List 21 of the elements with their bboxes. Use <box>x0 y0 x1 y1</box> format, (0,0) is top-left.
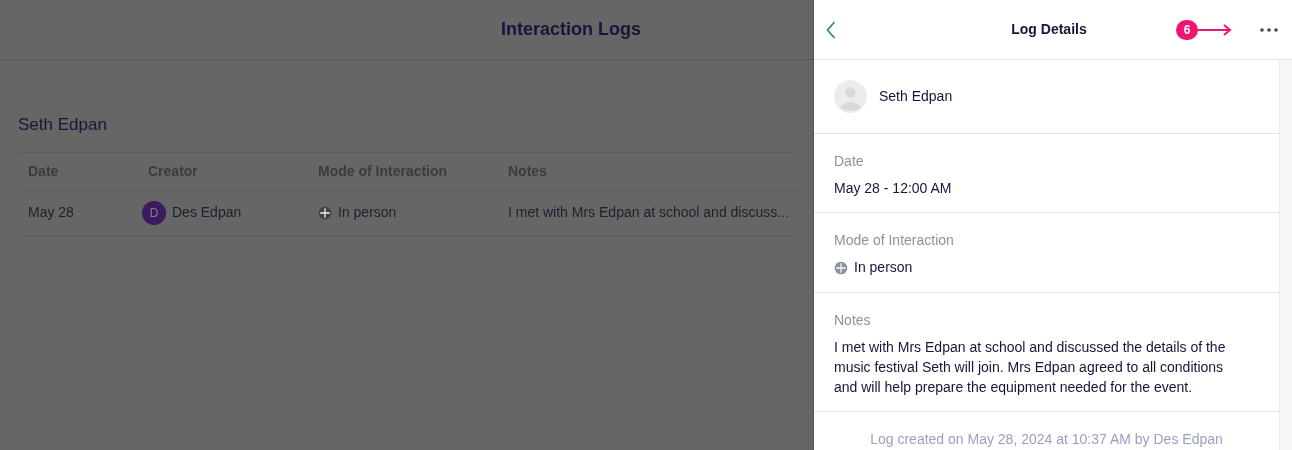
globe-icon <box>834 260 848 275</box>
table-cell-text: In person <box>338 203 397 222</box>
chevron-left-icon <box>826 20 836 39</box>
log-created-text: Log created on May 28, 2024 at 10:37 AM by Des Edpan <box>870 430 1223 449</box>
avatar-icon <box>834 80 867 113</box>
page-title: Interaction Logs <box>501 18 641 41</box>
creator-avatar: D <box>142 200 166 225</box>
field-label: Date <box>834 152 864 171</box>
field-value: May 28 - 12:00 AM <box>834 179 952 198</box>
field-value: In person <box>854 258 913 277</box>
annotation-arrow <box>1198 24 1232 36</box>
person-name: Seth Edpan <box>879 87 953 106</box>
table-cell-text: Des Edpan <box>172 203 242 222</box>
field-value: I met with Mrs Edpan at school and discussed the details of the music festival Seth will join. Mrs Edpan agreed to all conditions and will help prepare the equipment needed for the event. <box>834 338 1227 397</box>
panel-title: Log Details <box>1011 20 1087 39</box>
field-label: Mode of Interaction <box>834 231 954 250</box>
more-icon <box>1260 27 1278 32</box>
globe-icon <box>318 205 332 220</box>
student-name: Seth Edpan <box>18 114 107 136</box>
table-cell: May 28 <box>28 204 74 220</box>
field-label: Notes <box>834 311 871 330</box>
